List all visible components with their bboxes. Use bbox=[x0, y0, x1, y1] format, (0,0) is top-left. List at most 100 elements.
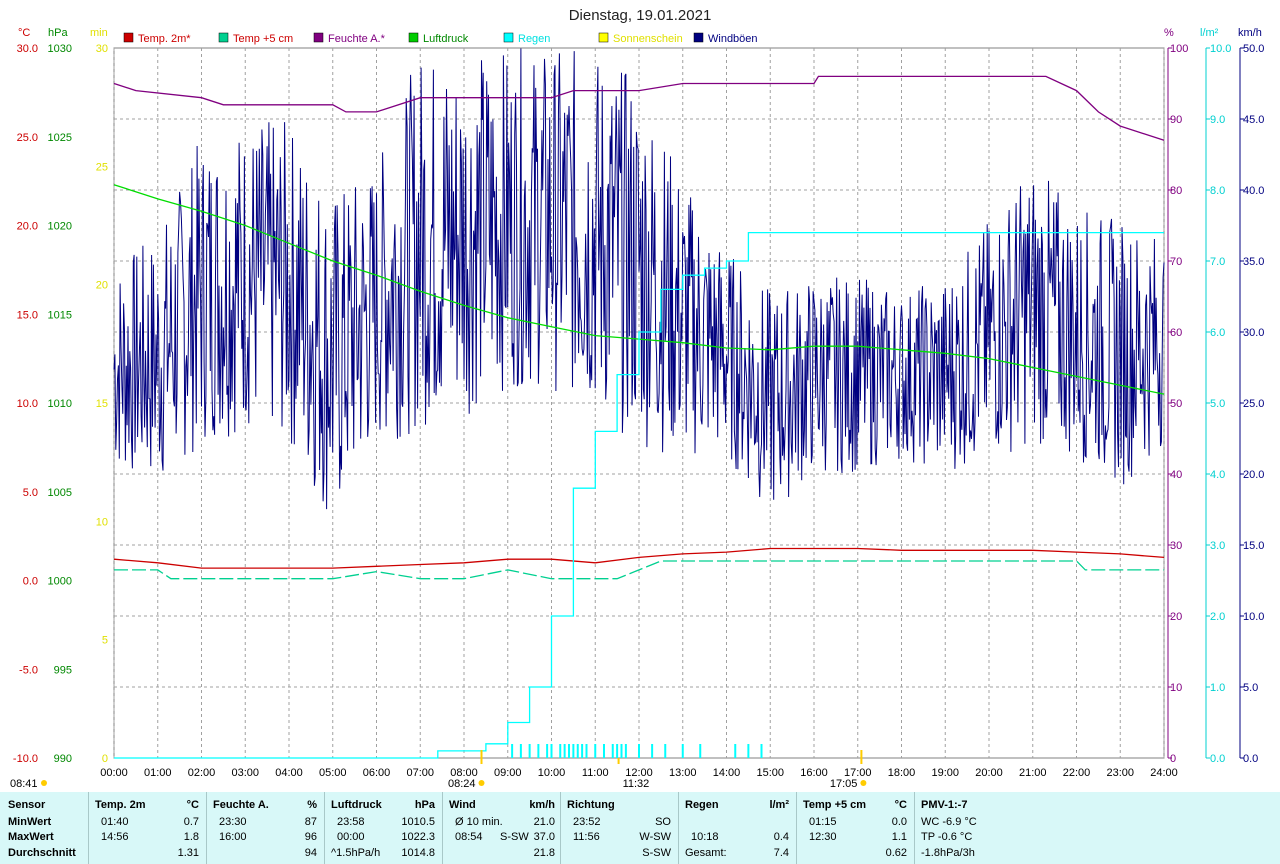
sun-tick-label: 10 bbox=[96, 516, 108, 528]
rain-tick-label: 6.0 bbox=[1210, 327, 1225, 339]
stats-pressure-trend: ^1.5hPa/h bbox=[331, 847, 381, 859]
time-tick-label: 00:00 bbox=[100, 767, 128, 779]
stats-direction-max: W-SW bbox=[639, 831, 671, 843]
stats-wind-col: Wind km/h Ø 10 min. 21.0 08:54 S-SW 37.0… bbox=[442, 792, 561, 864]
stats-pressure-unit: hPa bbox=[414, 799, 435, 811]
legend-label: Regen bbox=[518, 33, 550, 45]
sun-unit-label: min bbox=[90, 27, 108, 39]
stats-wind-avg10-label: Ø 10 min. bbox=[455, 816, 503, 828]
stats-wind-max: 37.0 bbox=[533, 831, 555, 843]
humidity-tick-label: 50 bbox=[1170, 398, 1182, 410]
stats-wind-unit: km/h bbox=[529, 799, 555, 811]
legend-label: Windböen bbox=[708, 33, 758, 45]
wind-tick-label: 45.0 bbox=[1243, 114, 1264, 126]
stats-pressure-col: Luftdruck hPa 23:58 1010.5 00:00 1022.3 … bbox=[324, 792, 443, 864]
pressure-tick-label: 1030 bbox=[48, 43, 72, 55]
stats-temp5-max-time: 12:30 bbox=[809, 831, 837, 843]
sun-tick-label: 5 bbox=[102, 635, 108, 647]
time-tick-label: 10:00 bbox=[538, 767, 566, 779]
stats-humidity-avg: 94 bbox=[304, 847, 317, 859]
stats-avg-label: Durchschnitt bbox=[8, 847, 76, 859]
stats-humidity-max: 96 bbox=[304, 831, 317, 843]
time-tick-label: 04:00 bbox=[275, 767, 303, 779]
wind-tick-label: 5.0 bbox=[1243, 682, 1258, 694]
rain-tick-label: 3.0 bbox=[1210, 540, 1225, 552]
legend-label: Temp. 2m* bbox=[138, 33, 191, 45]
time-tick-label: 05:00 bbox=[319, 767, 347, 779]
stats-rain-max: 0.4 bbox=[773, 831, 789, 843]
temp-tick-label: -10.0 bbox=[13, 753, 38, 765]
humidity-unit-label: % bbox=[1164, 27, 1174, 39]
stats-direction-min: SO bbox=[655, 816, 671, 828]
rain-tick-label: 1.0 bbox=[1210, 682, 1225, 694]
stats-pmv-trend: -1.8hPa/3h bbox=[921, 847, 975, 859]
time-tick-label: 21:00 bbox=[1019, 767, 1047, 779]
stats-temp5-avg: 0.62 bbox=[885, 847, 907, 859]
stats-pressure-avg: 1014.8 bbox=[401, 847, 435, 859]
stats-temp5-col: Temp +5 cm °C 01:15 0.0 12:30 1.1 0.62 bbox=[796, 792, 915, 864]
stats-rain-header: Regen bbox=[685, 799, 719, 811]
stats-temp2m-col: Temp. 2m °C 01:40 0.7 14:56 1.8 1.31 bbox=[88, 792, 207, 864]
rain-unit-label: l/m² bbox=[1200, 27, 1219, 39]
humidity-tick-label: 20 bbox=[1170, 611, 1182, 623]
time-tick-label: 24:00 bbox=[1150, 767, 1178, 779]
temp-unit-label: °C bbox=[18, 27, 30, 39]
stats-temp2m-min-time: 01:40 bbox=[101, 816, 129, 828]
sun-tick-label: 25 bbox=[96, 161, 108, 173]
legend-label: Luftdruck bbox=[423, 33, 469, 45]
legend-swatch bbox=[693, 32, 704, 43]
stats-rain-col: Regen l/m² 10:18 0.4 Gesamt: 7.4 bbox=[678, 792, 797, 864]
stats-temp5-header: Temp +5 cm bbox=[803, 799, 867, 811]
wind-tick-label: 0.0 bbox=[1243, 753, 1258, 765]
time-tick-label: 18:00 bbox=[888, 767, 916, 779]
wind-tick-label: 50.0 bbox=[1243, 43, 1264, 55]
stats-direction-avg: S-SW bbox=[642, 847, 671, 859]
stats-temp5-min-time: 01:15 bbox=[809, 816, 837, 828]
pressure-tick-label: 1000 bbox=[48, 576, 72, 588]
humidity-tick-label: 60 bbox=[1170, 327, 1182, 339]
stats-max-label: MaxWert bbox=[8, 831, 54, 843]
rain-tick-label: 8.0 bbox=[1210, 185, 1225, 197]
time-tick-label: 16:00 bbox=[800, 767, 828, 779]
stats-direction-header: Richtung bbox=[567, 799, 615, 811]
pressure-tick-label: 995 bbox=[54, 664, 72, 676]
time-tick-label: 19:00 bbox=[931, 767, 959, 779]
wind-tick-label: 35.0 bbox=[1243, 256, 1264, 268]
temp-tick-label: 30.0 bbox=[17, 43, 38, 55]
legend-swatch bbox=[598, 32, 609, 43]
legend-label: Temp +5 cm bbox=[233, 33, 293, 45]
time-tick-label: 15:00 bbox=[756, 767, 784, 779]
stats-humidity-min: 87 bbox=[304, 816, 317, 828]
stats-pmv-dewpoint: TP -0.6 °C bbox=[921, 831, 973, 843]
sun-tick-label: 0 bbox=[102, 753, 108, 765]
stats-direction-min-time: 23:52 bbox=[573, 816, 601, 828]
legend-swatch bbox=[408, 32, 419, 43]
stats-rain-total-label: Gesamt: bbox=[685, 847, 727, 859]
rain-tick-label: 4.0 bbox=[1210, 469, 1225, 481]
humidity-tick-label: 10 bbox=[1170, 682, 1182, 694]
pressure-unit-label: hPa bbox=[48, 27, 68, 39]
stats-footer: Sensor MinWert MaxWert Durchschnitt Temp… bbox=[0, 792, 1280, 864]
stats-humidity-unit: % bbox=[307, 799, 317, 811]
noon-time: 11:32 bbox=[623, 778, 650, 790]
stats-humidity-col: Feuchte A. % 23:30 87 16:00 96 94 bbox=[206, 792, 325, 864]
stats-direction-max-time: 11:56 bbox=[573, 831, 600, 843]
wind-tick-label: 40.0 bbox=[1243, 185, 1264, 197]
humidity-tick-label: 70 bbox=[1170, 256, 1182, 268]
legend-label: Sonnenschein bbox=[613, 33, 683, 45]
stats-temp5-min: 0.0 bbox=[891, 816, 907, 828]
time-tick-label: 22:00 bbox=[1063, 767, 1091, 779]
stats-wind-header: Wind bbox=[449, 799, 476, 811]
time-tick-label: 14:00 bbox=[713, 767, 741, 779]
stats-rain-unit: l/m² bbox=[769, 799, 789, 811]
pressure-tick-label: 1010 bbox=[48, 398, 72, 410]
pressure-tick-label: 990 bbox=[54, 753, 72, 765]
sunrise-icon bbox=[478, 780, 485, 786]
stats-temp2m-header: Temp. 2m bbox=[95, 799, 146, 811]
wind-tick-label: 15.0 bbox=[1243, 540, 1264, 552]
legend-label: Feuchte A.* bbox=[328, 33, 386, 45]
time-tick-label: 20:00 bbox=[975, 767, 1003, 779]
stats-temp5-max: 1.1 bbox=[891, 831, 907, 843]
stats-humidity-header: Feuchte A. bbox=[213, 799, 269, 811]
sunrise-time: 08:24 bbox=[448, 778, 476, 790]
